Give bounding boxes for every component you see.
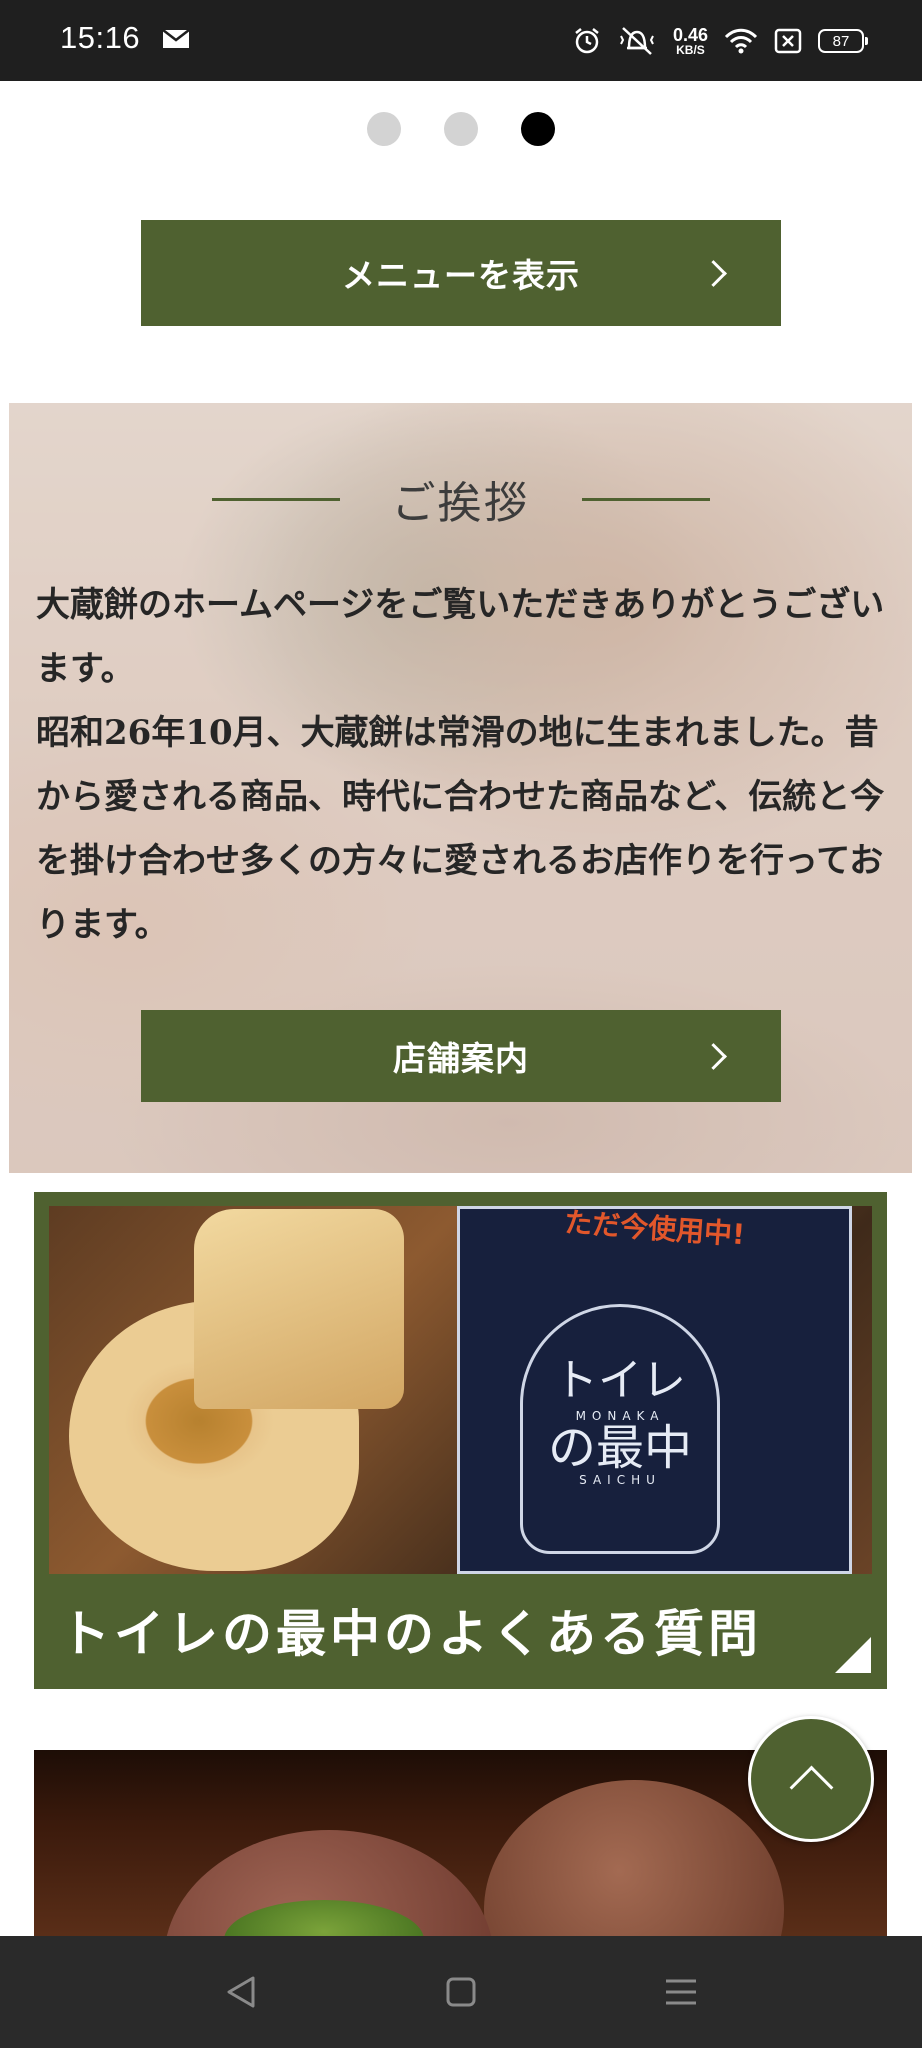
greeting-heading: ご挨拶 <box>9 467 912 531</box>
back-icon <box>227 1976 255 2008</box>
net-speed-value: 0.46 <box>672 25 708 45</box>
faq-banner-link[interactable]: ただ今使用中! トイレ MONAKA の最中 SAICHU トイレの最中のよくあ… <box>34 1192 887 1689</box>
heading-divider-right <box>581 497 710 501</box>
package-logo-line1: トイレ <box>554 1355 686 1406</box>
package-top-text: ただ今使用中! <box>563 1206 746 1252</box>
status-icons: 0.46 KB/S 87 <box>573 18 868 64</box>
net-speed-unit: KB/S <box>676 43 705 57</box>
system-nav-bar <box>0 1936 922 2048</box>
chevron-right-icon <box>700 1043 727 1070</box>
battery-icon: 87 <box>818 29 868 53</box>
sim-off-icon <box>774 28 802 54</box>
mochi-shape-right <box>484 1780 784 1936</box>
corner-triangle-icon <box>835 1637 871 1673</box>
show-menu-button-label: メニューを表示 <box>342 256 580 295</box>
chevron-up-icon <box>789 1765 834 1810</box>
carousel-dot-3[interactable] <box>521 112 555 146</box>
monaka-photo: ただ今使用中! トイレ MONAKA の最中 SAICHU <box>49 1206 872 1574</box>
nav-menu-button[interactable] <box>653 1964 709 2020</box>
alarm-icon <box>575 28 599 54</box>
nav-back-button[interactable] <box>213 1964 269 2020</box>
faq-banner-caption: トイレの最中のよくある質問 <box>60 1604 762 1663</box>
greeting-title: ご挨拶 <box>391 478 530 529</box>
show-menu-button[interactable]: メニューを表示 <box>141 220 781 326</box>
carousel-dot-1[interactable] <box>367 112 401 146</box>
menu-icon <box>666 1979 696 2005</box>
nav-home-button[interactable] <box>433 1964 489 2020</box>
store-info-button-label: 店舗案内 <box>393 1039 529 1078</box>
package-logo-line3: の最中 <box>547 1420 692 1476</box>
home-icon <box>446 1977 476 2007</box>
mail-icon <box>162 29 190 48</box>
heading-divider-left <box>211 497 340 501</box>
status-time: 15:16 <box>60 20 141 55</box>
wifi-icon <box>724 28 758 54</box>
back-to-top-button[interactable] <box>748 1716 874 1842</box>
greeting-body: 大蔵餅のホームページをご覧いただきありがとうございます。 昭和26年10月、大蔵… <box>36 585 885 945</box>
package-logo: トイレ MONAKA の最中 SAICHU <box>520 1304 720 1554</box>
status-bar: 15:16 0.46 KB/S 87 <box>0 0 922 81</box>
toilet-monaka-tank <box>194 1209 404 1409</box>
net-speed: 0.46 KB/S <box>673 26 708 56</box>
chevron-right-icon <box>700 260 727 287</box>
carousel-dots <box>0 112 922 148</box>
monaka-package: ただ今使用中! トイレ MONAKA の最中 SAICHU <box>457 1206 852 1574</box>
vibrate-icon <box>620 27 654 55</box>
carousel-dot-2[interactable] <box>444 112 478 146</box>
store-info-button[interactable]: 店舗案内 <box>141 1010 781 1102</box>
